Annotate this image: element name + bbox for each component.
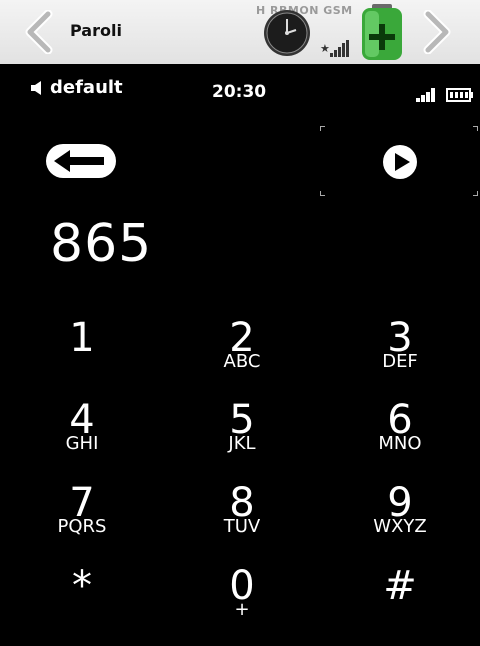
status-time: 20:30 [212, 82, 267, 102]
speaker-icon [31, 80, 41, 95]
key-3[interactable]: 3 DEF [330, 318, 470, 398]
clock-icon [264, 10, 310, 56]
key-2[interactable]: 2 ABC [172, 318, 312, 398]
key-4[interactable]: 4 GHI [12, 400, 152, 480]
key-0[interactable]: 0 + [172, 566, 312, 646]
signal-strength-icon: ★ [320, 40, 349, 57]
play-icon[interactable] [382, 144, 418, 180]
app-title: Paroli [70, 21, 122, 40]
chevron-right-icon[interactable] [418, 10, 454, 54]
chevron-left-icon[interactable] [22, 10, 58, 54]
key-5[interactable]: 5 JKL [172, 400, 312, 480]
sound-profile[interactable]: default [30, 77, 123, 98]
key-hash[interactable]: # [330, 566, 470, 646]
backspace-icon[interactable] [44, 142, 118, 180]
battery-charging-icon [362, 4, 402, 60]
key-8[interactable]: 8 TUV [172, 483, 312, 563]
key-7[interactable]: 7 PQRS [12, 483, 152, 563]
dialed-number: 865 [50, 214, 153, 274]
status-bar: default 20:30 [0, 64, 480, 120]
profile-label: default [50, 77, 123, 98]
key-9[interactable]: 9 WXYZ [330, 483, 470, 563]
top-bar: Paroli H RBMON GSM ★ [0, 0, 480, 64]
key-6[interactable]: 6 MNO [330, 400, 470, 480]
svg-text:★: ★ [320, 42, 330, 55]
signal-bars-icon [416, 88, 435, 102]
key-1[interactable]: 1 [12, 318, 152, 398]
key-star[interactable]: * [12, 566, 152, 646]
battery-icon [446, 88, 473, 102]
